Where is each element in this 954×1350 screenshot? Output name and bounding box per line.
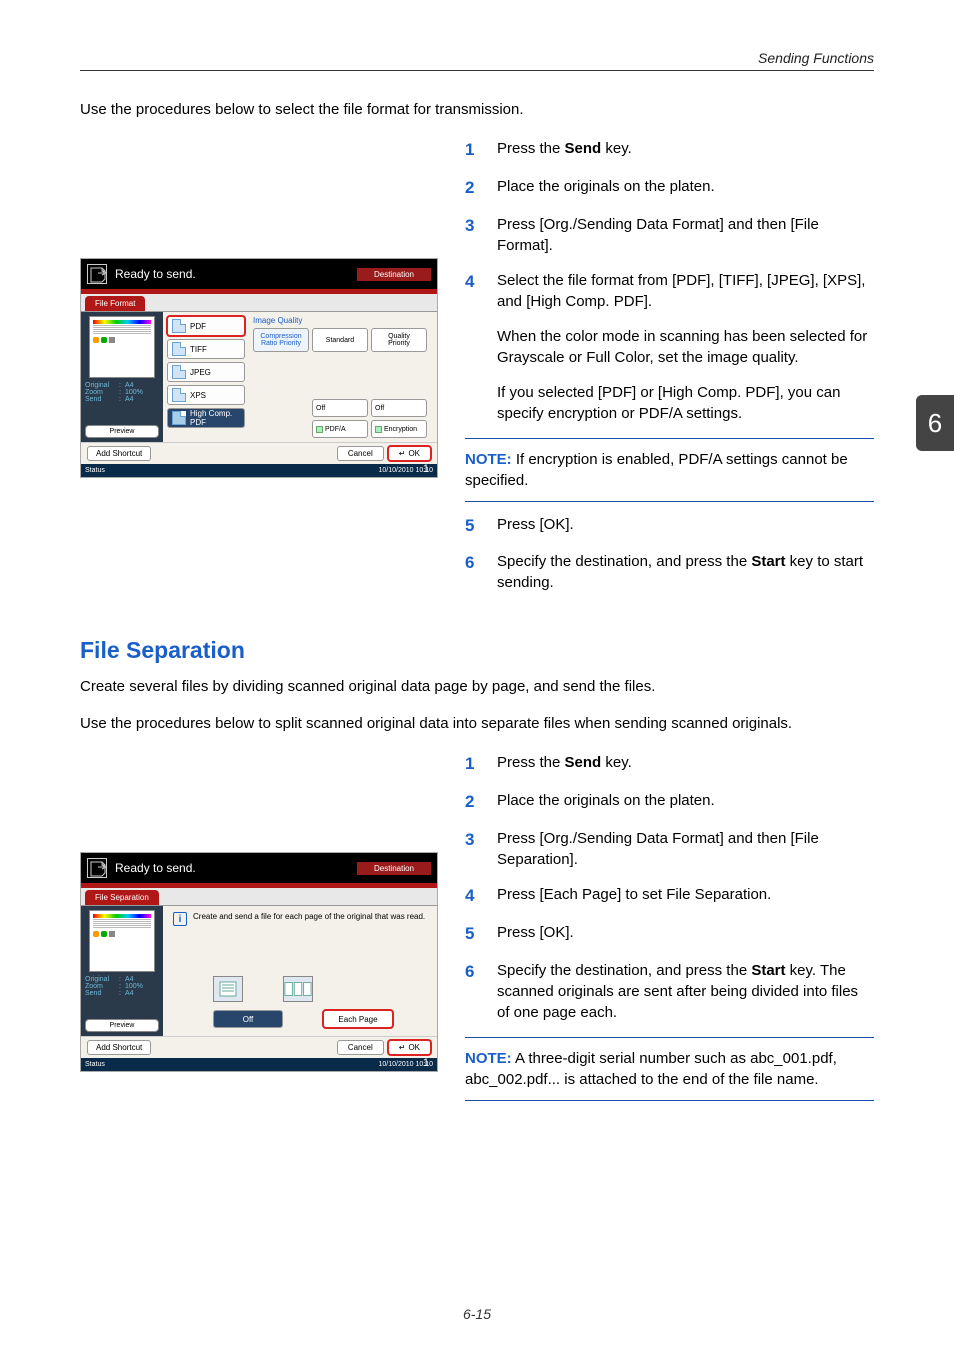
file-separation-options: i Create and send a file for each page o…	[163, 906, 437, 1036]
preview-sidebar: Original:A4 Zoom:100% Send:A4 Preview	[81, 312, 163, 442]
panel-title: Ready to send.	[115, 861, 196, 875]
destination-label: Destination	[357, 268, 431, 281]
each-page-button[interactable]: Each Page	[323, 1010, 393, 1028]
steps-list-1b: 5Press [OK]. 6Specify the destination, a…	[465, 514, 874, 594]
panel-footer: Add Shortcut Cancel ↵OK	[81, 442, 437, 464]
encryption-off-button[interactable]: Off	[371, 399, 427, 417]
pdfa-icon	[316, 426, 323, 433]
ok-button[interactable]: ↵OK	[388, 1040, 431, 1055]
enter-icon: ↵	[399, 1043, 406, 1052]
section-title-file-separation: File Separation	[80, 637, 874, 664]
standard-button[interactable]: Standard	[312, 328, 368, 352]
tab-file-separation[interactable]: File Separation	[85, 890, 159, 905]
preview-thumbnail	[89, 910, 155, 972]
step4-note-b: If you selected [PDF] or [High Comp. PDF…	[497, 382, 874, 424]
pdf-icon	[172, 319, 186, 333]
hcpdf-icon	[172, 411, 186, 425]
steps-list-1: 1Press the Send key. 2Place the original…	[465, 138, 874, 312]
format-tiff-button[interactable]: TIFF	[167, 339, 245, 359]
cancel-button[interactable]: Cancel	[337, 1040, 384, 1055]
preview-button[interactable]: Preview	[85, 1019, 159, 1032]
status-bar: Status 10/10/2010 10:10	[81, 1058, 437, 1071]
jpeg-icon	[172, 365, 186, 379]
steps-list-2: 1Press the Send key. 2Place the original…	[465, 752, 874, 1022]
divider	[80, 70, 874, 71]
screenshot-file-separation: Ready to send. Destination 1 File Separa…	[80, 852, 438, 1072]
format-xps-button[interactable]: XPS	[167, 385, 245, 405]
format-pdf-button[interactable]: PDF	[167, 316, 245, 336]
divider	[465, 501, 874, 502]
panel-header: Ready to send. Destination 1	[81, 853, 437, 883]
note-2: NOTE: A three-digit serial number such a…	[465, 1048, 874, 1090]
status-bar: Status 10/10/2010 10:10	[81, 464, 437, 477]
encryption-button[interactable]: Encryption	[371, 420, 427, 438]
off-preview-icon	[213, 976, 243, 1002]
page-number: 6-15	[0, 1306, 954, 1322]
quality-priority-button[interactable]: QualityPriority	[371, 328, 427, 352]
preview-sidebar: Original:A4 Zoom:100% Send:A4 Preview	[81, 906, 163, 1036]
panel-header: Ready to send. Destination 1	[81, 259, 437, 289]
divider	[465, 438, 874, 439]
cancel-button[interactable]: Cancel	[337, 446, 384, 461]
off-button[interactable]: Off	[213, 1010, 283, 1028]
image-quality-label: Image Quality	[253, 316, 433, 325]
section-header: Sending Functions	[80, 50, 874, 66]
info-icon: i	[173, 912, 187, 926]
step4-note-a: When the color mode in scanning has been…	[497, 326, 874, 368]
compression-ratio-priority-button[interactable]: CompressionRatio Priority	[253, 328, 309, 352]
intro-text-1: Use the procedures below to select the f…	[80, 101, 874, 118]
divider	[465, 1100, 874, 1101]
format-highcomp-pdf-button[interactable]: High Comp.PDF	[167, 408, 245, 428]
each-page-preview-icon	[283, 976, 313, 1002]
pdfa-button[interactable]: PDF/A	[312, 420, 368, 438]
panel-title: Ready to send.	[115, 267, 196, 281]
xps-icon	[172, 388, 186, 402]
chapter-tab: 6	[916, 395, 954, 451]
destination-count: 1	[423, 1057, 429, 1069]
intro-text-2a: Create several files by dividing scanned…	[80, 678, 874, 695]
tab-file-format[interactable]: File Format	[85, 296, 145, 311]
preview-button[interactable]: Preview	[85, 425, 159, 438]
preview-thumbnail	[89, 316, 155, 378]
screenshot-file-format: Ready to send. Destination 1 File Format	[80, 258, 438, 478]
intro-text-2b: Use the procedures below to split scanne…	[80, 715, 874, 732]
tiff-icon	[172, 342, 186, 356]
destination-count: 1	[423, 463, 429, 475]
info-text: Create and send a file for each page of …	[193, 912, 425, 921]
lock-icon	[375, 426, 382, 433]
pdfa-off-button[interactable]: Off	[312, 399, 368, 417]
add-shortcut-button[interactable]: Add Shortcut	[87, 446, 151, 461]
note-1: NOTE: If encryption is enabled, PDF/A se…	[465, 449, 874, 491]
panel-footer: Add Shortcut Cancel ↵OK	[81, 1036, 437, 1058]
format-jpeg-button[interactable]: JPEG	[167, 362, 245, 382]
send-icon	[87, 858, 107, 878]
ok-button[interactable]: ↵OK	[388, 446, 431, 461]
tab-bar: File Separation	[81, 888, 437, 906]
image-quality-area: Image Quality CompressionRatio Priority …	[249, 312, 437, 442]
format-options: PDF TIFF JPEG XPS High Comp.PDF	[163, 312, 249, 442]
enter-icon: ↵	[399, 449, 406, 458]
tab-bar: File Format	[81, 294, 437, 312]
destination-label: Destination	[357, 862, 431, 875]
add-shortcut-button[interactable]: Add Shortcut	[87, 1040, 151, 1055]
send-icon	[87, 264, 107, 284]
divider	[465, 1037, 874, 1038]
